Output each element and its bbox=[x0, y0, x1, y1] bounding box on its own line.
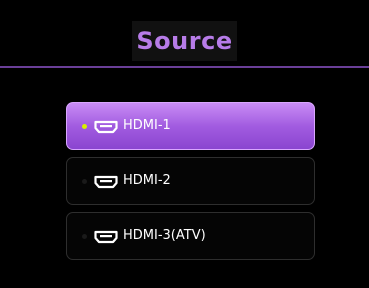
hdmi-port-icon bbox=[94, 120, 118, 134]
hdmi-port-icon bbox=[94, 175, 118, 189]
source-label: HDMI-2 bbox=[123, 173, 171, 188]
selected-indicator-icon bbox=[82, 124, 87, 129]
source-label: HDMI-3(ATV) bbox=[123, 228, 206, 243]
source-item-hdmi-1[interactable]: HDMI-1 bbox=[66, 102, 315, 150]
source-item-hdmi-2[interactable]: HDMI-2 bbox=[66, 157, 315, 205]
indicator-icon bbox=[82, 234, 87, 239]
indicator-icon bbox=[82, 179, 87, 184]
source-menu-screen: Source HDMI-1 HDMI-2 HDMI-3(ATV) bbox=[0, 0, 369, 288]
title-box: Source bbox=[132, 21, 237, 61]
title-divider bbox=[0, 66, 369, 68]
source-item-hdmi-3-atv[interactable]: HDMI-3(ATV) bbox=[66, 212, 315, 260]
menu-title: Source bbox=[136, 27, 233, 55]
source-label: HDMI-1 bbox=[123, 118, 171, 133]
hdmi-port-icon bbox=[94, 230, 118, 244]
